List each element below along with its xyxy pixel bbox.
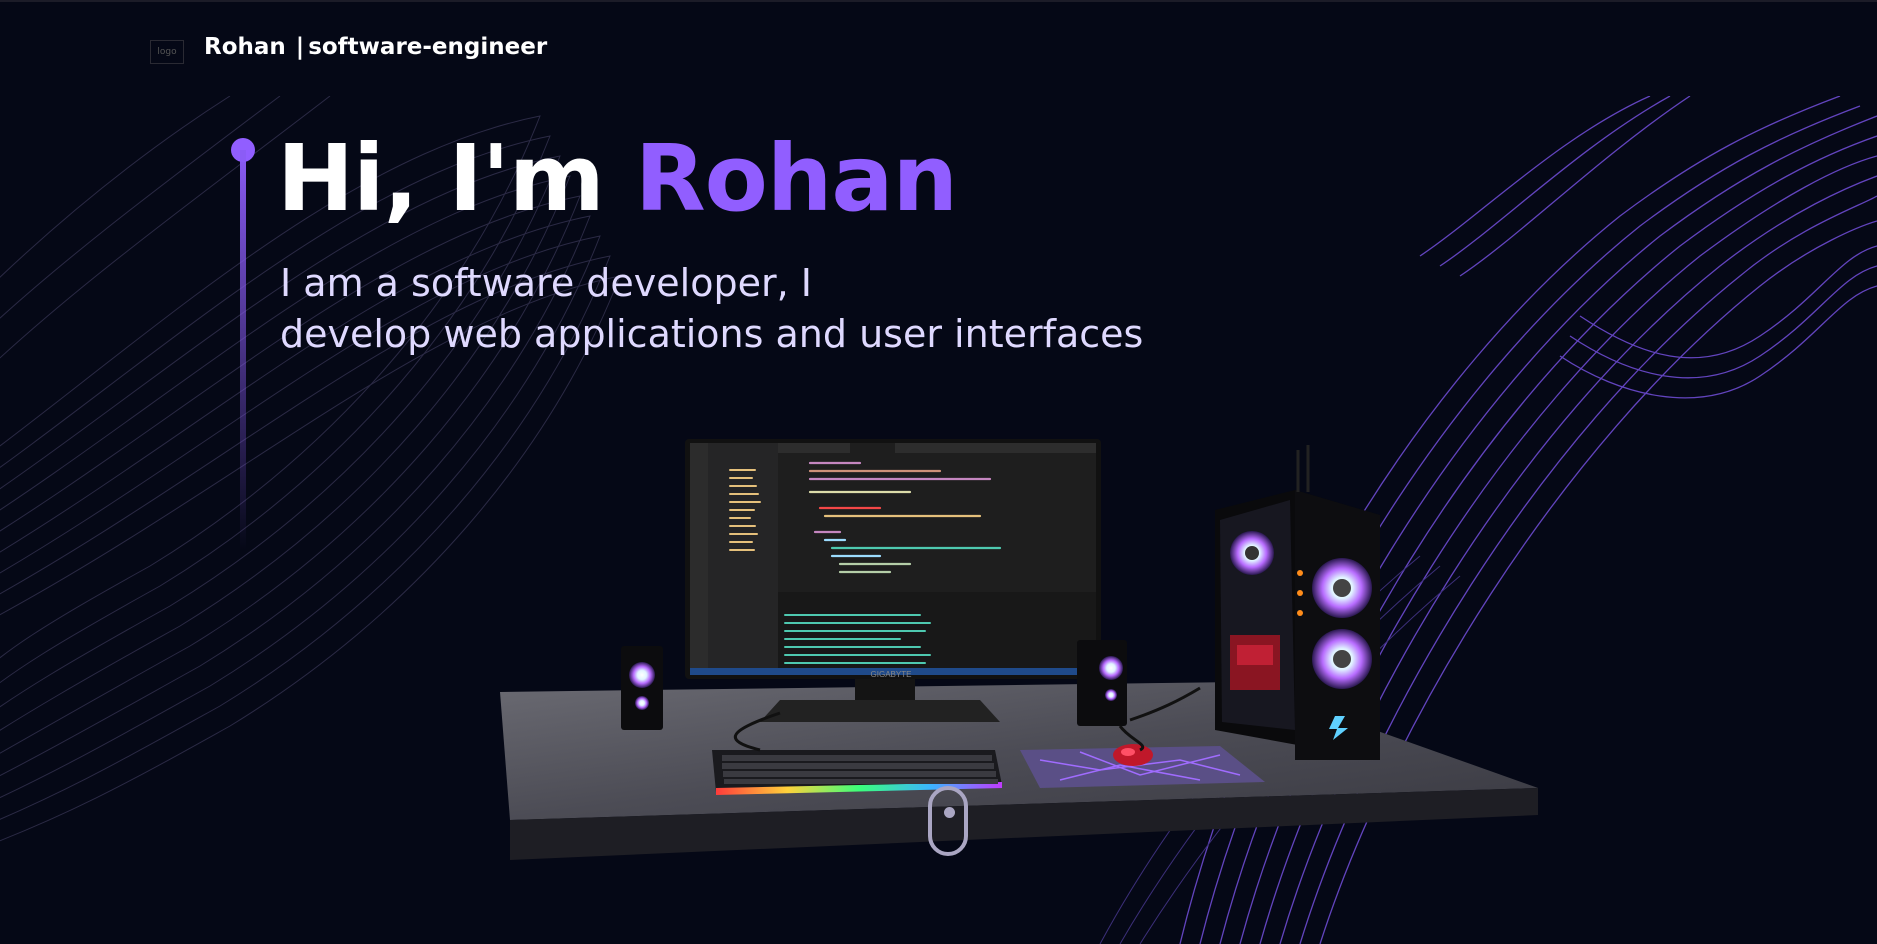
hero-tagline-line2: develop web applications and user interf… [280, 312, 1144, 356]
accent-line [240, 150, 246, 550]
brand-role: software-engineer [308, 34, 548, 60]
scroll-mouse-icon[interactable] [928, 786, 968, 856]
scroll-dot [944, 807, 955, 818]
navbar: logo Rohan | software-engineer [0, 2, 1877, 96]
desk-scene[interactable]: GIGABYTE [480, 430, 1580, 870]
gaming-mouse [1113, 744, 1153, 766]
pc-tower [1215, 445, 1380, 760]
monitor[interactable]: GIGABYTE [685, 439, 1101, 722]
left-speaker [621, 646, 663, 730]
monitor-brand: GIGABYTE [871, 670, 912, 679]
hero-headline: Hi, I'm Rohan [277, 125, 958, 232]
hero-tagline-line1: I am a software developer, I [280, 261, 812, 305]
hero-tagline: I am a software developer, I develop web… [280, 258, 1143, 360]
logo-icon[interactable]: logo [150, 40, 184, 64]
right-speaker [1077, 640, 1127, 726]
hero-greeting: Hi, I'm [277, 125, 605, 232]
hero-name: Rohan [634, 125, 958, 232]
brand[interactable]: Rohan | software-engineer [204, 34, 547, 60]
brand-separator: | [295, 34, 305, 60]
brand-name: Rohan [204, 34, 286, 60]
